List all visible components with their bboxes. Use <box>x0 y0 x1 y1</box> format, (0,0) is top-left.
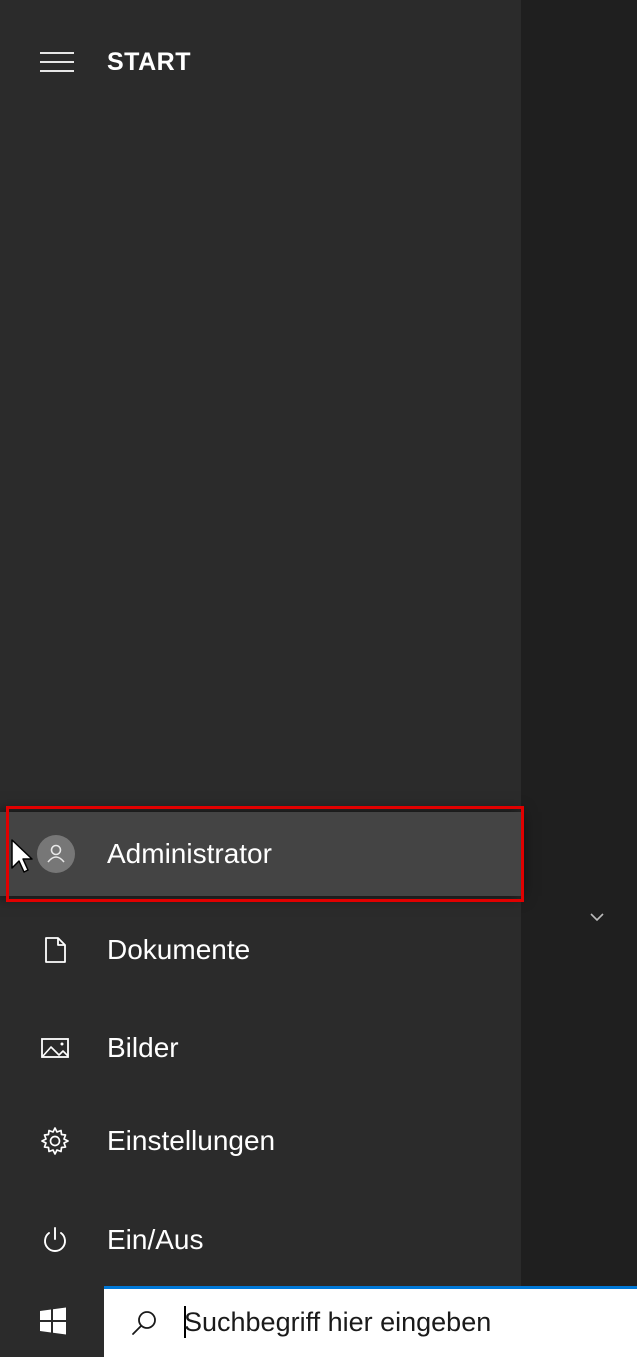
nav-item-pictures[interactable]: Bilder <box>0 1006 521 1090</box>
nav-item-documents[interactable]: Dokumente <box>0 908 521 992</box>
start-button[interactable] <box>0 1286 104 1357</box>
start-menu-title: START <box>107 48 191 76</box>
nav-item-power[interactable]: Ein/Aus <box>0 1198 521 1282</box>
start-menu-screen: START Administrator Dokumente Bilder Ein… <box>0 0 637 1357</box>
chevron-down-icon[interactable] <box>588 910 606 924</box>
windows-logo-icon <box>40 1307 66 1335</box>
search-icon <box>132 1311 156 1335</box>
nav-item-label: Einstellungen <box>107 1125 276 1156</box>
nav-item-label: Bilder <box>107 1032 179 1063</box>
nav-item-label: Ein/Aus <box>107 1224 204 1255</box>
user-account-label: Administrator <box>107 838 272 869</box>
nav-item-label: Dokumente <box>107 934 251 965</box>
start-menu-nav-pane: START Administrator Dokumente Bilder Ein… <box>0 0 524 1286</box>
gear-icon <box>41 1127 69 1155</box>
search-placeholder: Suchbegriff hier eingeben <box>184 1307 492 1337</box>
taskbar: Suchbegriff hier eingeben <box>0 1286 637 1357</box>
user-avatar-icon <box>37 835 75 873</box>
user-account-button[interactable]: Administrator <box>0 812 521 896</box>
start-menu-tile-area <box>521 0 637 1286</box>
power-icon <box>44 1227 66 1252</box>
nav-item-settings[interactable]: Einstellungen <box>0 1099 521 1183</box>
search-box[interactable]: Suchbegriff hier eingeben <box>104 1286 637 1357</box>
document-icon <box>45 937 66 963</box>
mouse-cursor-icon <box>11 839 33 873</box>
hamburger-menu-icon[interactable] <box>40 50 74 74</box>
picture-icon <box>41 1038 69 1058</box>
